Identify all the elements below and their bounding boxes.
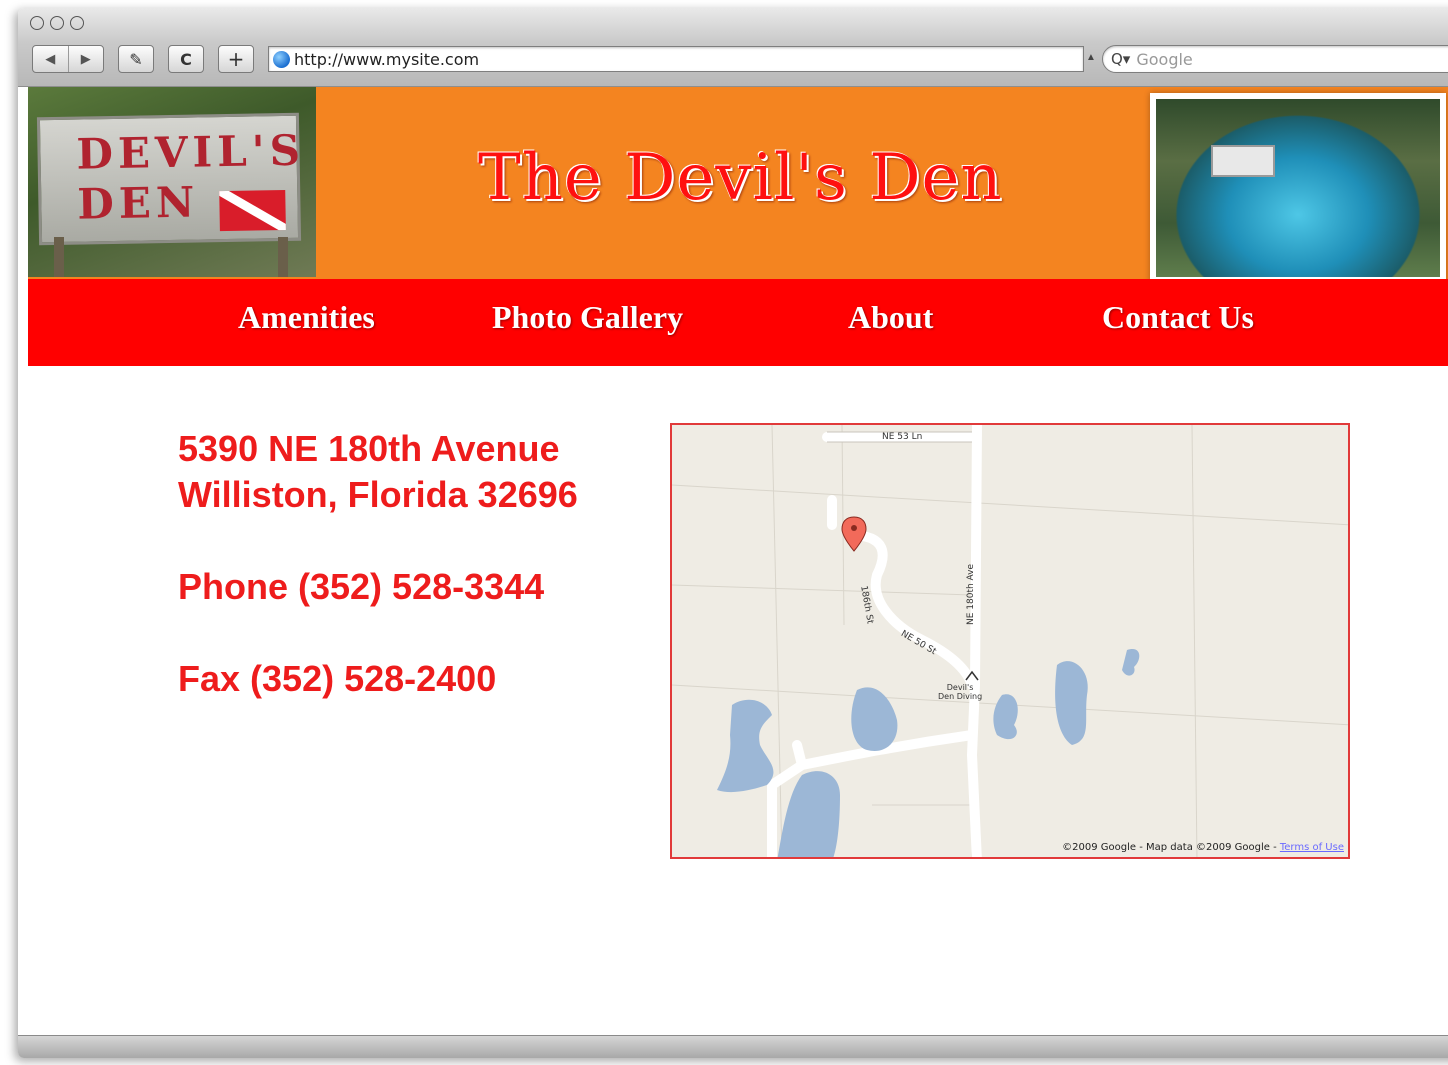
search-input[interactable]: [1136, 49, 1437, 69]
main-navigation: Amenities Photo Gallery About Contact Us: [28, 279, 1448, 366]
back-button[interactable]: ◀: [33, 52, 68, 67]
sign-text-line1: DEVIL'S: [76, 125, 306, 179]
contact-info: 5390 NE 180th Avenue Williston, Florida …: [178, 426, 578, 702]
zoom-window-button[interactable]: [70, 16, 84, 30]
url-text: http://www.mysite.com: [294, 49, 480, 69]
reload-button[interactable]: C: [168, 45, 204, 73]
poi-label-line2: Den Diving: [938, 692, 983, 701]
edit-bookmark-button[interactable]: ✎: [118, 45, 154, 73]
map-attribution: ©2009 Google - Map data ©2009 Google - T…: [1062, 842, 1344, 853]
address-line2: Williston, Florida 32696: [178, 474, 578, 515]
location-map[interactable]: NE 53 Ln NE 180th Ave 186th St NE 50 St …: [670, 423, 1350, 859]
browser-window: ◀ ▶ ✎ C + http://www.mysite.com ▲ Q▾ DEV…: [18, 8, 1448, 1058]
address-line1: 5390 NE 180th Avenue: [178, 428, 560, 469]
search-box[interactable]: Q▾: [1102, 45, 1448, 73]
back-forward-control: ◀ ▶: [32, 45, 104, 73]
url-dropdown-icon[interactable]: ▲: [1086, 52, 1096, 63]
spring-photo: [1150, 93, 1446, 283]
browser-toolbar: ◀ ▶ ✎ C + http://www.mysite.com ▲ Q▾: [18, 8, 1448, 87]
nav-about[interactable]: About: [848, 299, 933, 336]
pencil-icon: ✎: [129, 49, 143, 69]
road-label-ne-180th: NE 180th Ave: [966, 563, 976, 625]
poi-label-line1: Devil's: [946, 683, 974, 692]
dive-platform: [1211, 145, 1275, 177]
nav-contact-us[interactable]: Contact Us: [1102, 299, 1254, 336]
close-window-button[interactable]: [30, 16, 44, 30]
dive-flag-icon: [219, 189, 286, 232]
browser-status-bar: [18, 1035, 1448, 1058]
reload-icon: C: [180, 49, 192, 69]
sign-board: DEVIL'S DEN: [36, 112, 305, 246]
poi-label: Devil's Den Diving: [938, 683, 982, 701]
window-controls: [30, 16, 84, 30]
fax-number: Fax (352) 528-2400: [178, 658, 497, 699]
plus-icon: +: [227, 47, 245, 71]
site-header: DEVIL'S DEN The Devil's Den: [28, 87, 1448, 283]
globe-icon: [273, 50, 290, 68]
add-bookmark-button[interactable]: +: [218, 45, 254, 73]
terms-of-use-link[interactable]: Terms of Use: [1280, 842, 1344, 853]
map-graphic: [672, 425, 1348, 857]
sign-post: [278, 237, 288, 277]
search-icon[interactable]: Q▾: [1111, 50, 1130, 68]
sign-post: [54, 237, 64, 277]
spring-image: [1156, 99, 1440, 277]
map-copyright-text: ©2009 Google - Map data ©2009 Google -: [1062, 842, 1280, 853]
sign-text-line2: DEN: [76, 177, 200, 229]
forward-button[interactable]: ▶: [68, 52, 103, 67]
location-marker-icon: [841, 516, 867, 552]
site-title: The Devil's Den: [478, 141, 1003, 215]
address-bar[interactable]: http://www.mysite.com: [268, 46, 1084, 72]
phone-number: Phone (352) 528-3344: [178, 566, 545, 607]
nav-amenities[interactable]: Amenities: [238, 299, 375, 336]
devils-den-sign-photo: DEVIL'S DEN: [28, 87, 316, 277]
road-label-ne-53: NE 53 Ln: [882, 432, 923, 442]
nav-photo-gallery[interactable]: Photo Gallery: [492, 299, 683, 336]
minimize-window-button[interactable]: [50, 16, 64, 30]
